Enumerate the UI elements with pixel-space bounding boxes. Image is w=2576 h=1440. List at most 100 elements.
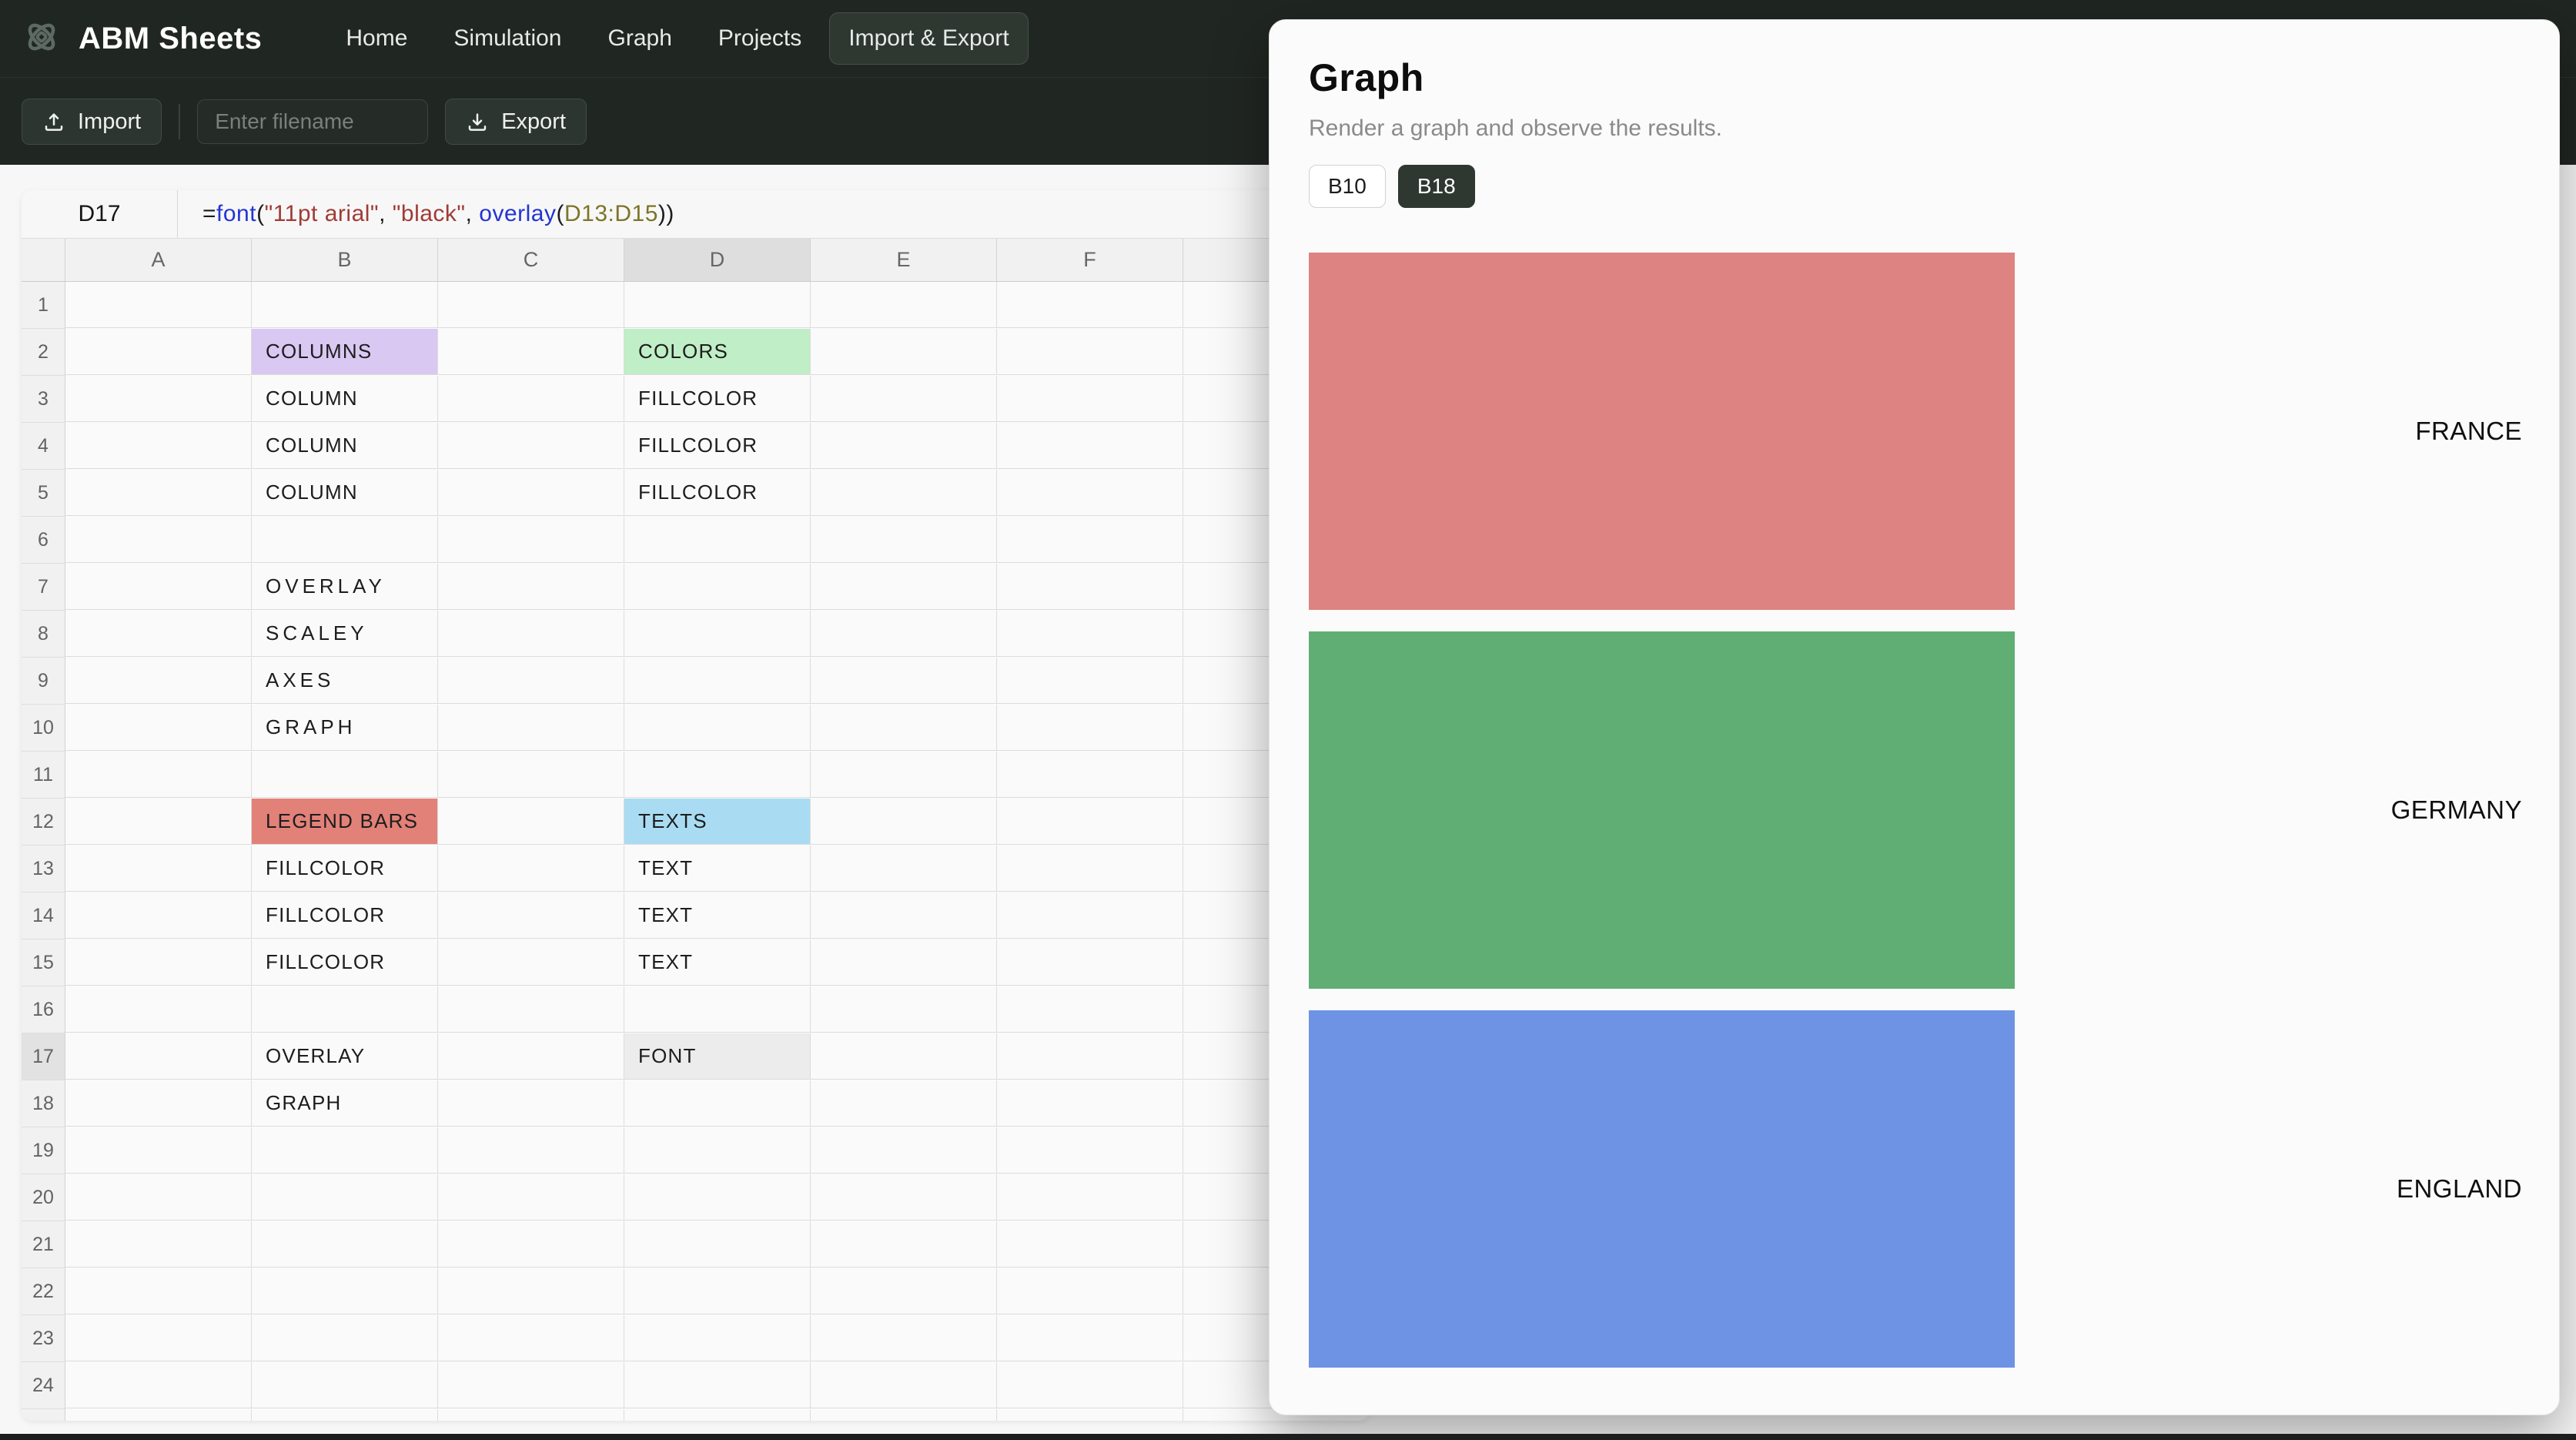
cell-F21[interactable] [997, 1221, 1183, 1268]
row-header-16[interactable]: 16 [22, 986, 65, 1033]
cell-D2[interactable]: COLORS [624, 329, 811, 375]
cell-A13[interactable] [65, 846, 252, 892]
row-header-25[interactable]: 25 [22, 1409, 65, 1421]
row-header-1[interactable]: 1 [22, 282, 65, 329]
cell-D3[interactable]: FILLCOLOR [624, 376, 811, 422]
cell-E20[interactable] [811, 1174, 997, 1221]
cell-C6[interactable] [438, 517, 624, 563]
cell-A6[interactable] [65, 517, 252, 563]
cell-E11[interactable] [811, 752, 997, 798]
cell-B13[interactable]: FILLCOLOR [252, 846, 438, 892]
cell-C22[interactable] [438, 1268, 624, 1314]
cell-C8[interactable] [438, 611, 624, 657]
cell-D11[interactable] [624, 752, 811, 798]
cell-C5[interactable] [438, 470, 624, 516]
cell-B8[interactable]: SCALEY [252, 611, 438, 657]
cell-D21[interactable] [624, 1221, 811, 1268]
cell-F15[interactable] [997, 939, 1183, 986]
cell-D12[interactable]: TEXTS [624, 799, 811, 845]
cell-C25[interactable] [438, 1409, 624, 1421]
cell-C14[interactable] [438, 892, 624, 939]
cell-B16[interactable] [252, 986, 438, 1033]
cell-E9[interactable] [811, 658, 997, 704]
cell-A7[interactable] [65, 564, 252, 610]
cell-D22[interactable] [624, 1268, 811, 1314]
cell-D18[interactable] [624, 1080, 811, 1127]
row-header-5[interactable]: 5 [22, 470, 65, 517]
cell-B21[interactable] [252, 1221, 438, 1268]
cell-A18[interactable] [65, 1080, 252, 1127]
cell-D5[interactable]: FILLCOLOR [624, 470, 811, 516]
cell-A9[interactable] [65, 658, 252, 704]
cell-C19[interactable] [438, 1127, 624, 1174]
cell-D8[interactable] [624, 611, 811, 657]
cell-D19[interactable] [624, 1127, 811, 1174]
cell-D15[interactable]: TEXT [624, 939, 811, 986]
cell-A5[interactable] [65, 470, 252, 516]
cell-A25[interactable] [65, 1409, 252, 1421]
cell-E2[interactable] [811, 329, 997, 375]
row-header-21[interactable]: 21 [22, 1221, 65, 1268]
cell-A8[interactable] [65, 611, 252, 657]
cell-B24[interactable] [252, 1362, 438, 1408]
cell-A23[interactable] [65, 1315, 252, 1361]
cell-B12[interactable]: LEGEND BARS [252, 799, 438, 845]
column-header-f[interactable]: F [997, 239, 1183, 282]
row-header-20[interactable]: 20 [22, 1174, 65, 1221]
cell-A16[interactable] [65, 986, 252, 1033]
cell-C23[interactable] [438, 1315, 624, 1361]
cell-A20[interactable] [65, 1174, 252, 1221]
cell-A4[interactable] [65, 423, 252, 469]
cell-A1[interactable] [65, 282, 252, 328]
cell-E18[interactable] [811, 1080, 997, 1127]
cell-B25[interactable] [252, 1409, 438, 1421]
cell-F25[interactable] [997, 1409, 1183, 1421]
row-header-12[interactable]: 12 [22, 799, 65, 846]
cell-C20[interactable] [438, 1174, 624, 1221]
cell-E21[interactable] [811, 1221, 997, 1268]
cell-A14[interactable] [65, 892, 252, 939]
cell-C17[interactable] [438, 1033, 624, 1080]
cell-E23[interactable] [811, 1315, 997, 1361]
cell-B2[interactable]: COLUMNS [252, 329, 438, 375]
cell-E25[interactable] [811, 1409, 997, 1421]
cell-A21[interactable] [65, 1221, 252, 1268]
graph-tab-b18[interactable]: B18 [1398, 165, 1475, 208]
cell-F6[interactable] [997, 517, 1183, 563]
cell-B11[interactable] [252, 752, 438, 798]
cell-F2[interactable] [997, 329, 1183, 375]
cell-D6[interactable] [624, 517, 811, 563]
row-header-10[interactable]: 10 [22, 705, 65, 752]
column-header-a[interactable]: A [65, 239, 252, 282]
cell-A3[interactable] [65, 376, 252, 422]
cell-B5[interactable]: COLUMN [252, 470, 438, 516]
cell-A15[interactable] [65, 939, 252, 986]
cell-E14[interactable] [811, 892, 997, 939]
row-header-9[interactable]: 9 [22, 658, 65, 705]
select-all-corner[interactable] [22, 239, 65, 282]
cell-B3[interactable]: COLUMN [252, 376, 438, 422]
cell-C2[interactable] [438, 329, 624, 375]
cell-B10[interactable]: GRAPH [252, 705, 438, 751]
cell-D25[interactable] [624, 1409, 811, 1421]
cell-B4[interactable]: COLUMN [252, 423, 438, 469]
cell-C1[interactable] [438, 282, 624, 328]
cell-F19[interactable] [997, 1127, 1183, 1174]
cell-A22[interactable] [65, 1268, 252, 1314]
row-header-14[interactable]: 14 [22, 892, 65, 939]
graph-tab-b10[interactable]: B10 [1309, 165, 1386, 208]
cell-B17[interactable]: OVERLAY [252, 1033, 438, 1080]
filename-input[interactable] [197, 99, 428, 144]
cell-D13[interactable]: TEXT [624, 846, 811, 892]
cell-A19[interactable] [65, 1127, 252, 1174]
cell-E22[interactable] [811, 1268, 997, 1314]
cell-E4[interactable] [811, 423, 997, 469]
cell-D17[interactable]: FONT [624, 1033, 811, 1080]
cell-C9[interactable] [438, 658, 624, 704]
cell-F13[interactable] [997, 846, 1183, 892]
cell-E12[interactable] [811, 799, 997, 845]
cell-D7[interactable] [624, 564, 811, 610]
cell-A11[interactable] [65, 752, 252, 798]
cell-E6[interactable] [811, 517, 997, 563]
cell-E13[interactable] [811, 846, 997, 892]
